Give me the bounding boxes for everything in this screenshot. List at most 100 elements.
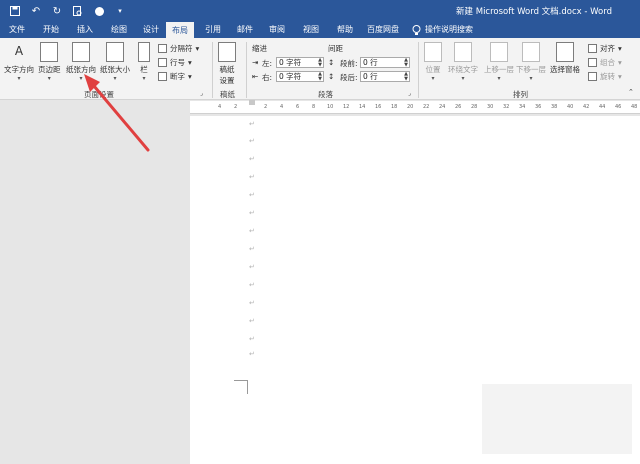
tab-references[interactable]: 引用 [198,22,228,38]
indent-right-input[interactable]: 0 字符 ▲ ▼ [276,71,324,82]
ruler-label: 30 [487,104,494,110]
hyphenation-button[interactable]: 断字 ▾ [158,71,192,82]
print-preview-icon[interactable] [69,3,87,19]
ruler-label: 36 [535,104,542,110]
chevron-down-icon: ▾ [17,75,21,82]
columns-button[interactable]: 栏 ▾ [138,42,150,83]
columns-icon [138,42,150,62]
title-bar: ↶ ↻ ▾ 新建 Microsoft Word 文档.docx - Word [0,0,640,22]
columns-label: 栏 [140,65,148,74]
hyphenation-label: 断字 [170,72,185,81]
chevron-down-icon: ▾ [47,75,51,82]
customize-qat-icon[interactable]: ▾ [111,3,129,19]
touch-mode-icon[interactable] [90,3,108,19]
ruler-label: 48 [631,104,638,110]
chevron-down-icon: ▾ [618,72,622,81]
ruler-label: 38 [551,104,558,110]
margins-icon [40,42,59,62]
horizontal-ruler[interactable]: 4 2 2 4 6 8 10 12 14 16 18 20 22 24 26 2… [190,101,640,114]
spinner-icon[interactable]: ▲ ▼ [318,58,322,68]
wrap-text-button[interactable]: 环绕文字 ▾ [448,42,478,83]
tab-draw[interactable]: 绘图 [104,22,134,38]
bring-forward-button[interactable]: 上移一层 ▾ [484,42,514,83]
redo-icon[interactable]: ↻ [48,3,66,19]
position-button[interactable]: 位置 ▾ [424,42,442,83]
quick-access-toolbar: ↶ ↻ ▾ [6,3,129,19]
ruler-label: 44 [599,104,606,110]
ribbon-tabs: 文件 开始 插入 绘图 设计 布局 引用 邮件 审阅 视图 帮助 百度网盘 操作… [0,22,640,38]
tab-view[interactable]: 视图 [296,22,326,38]
rotate-label: 旋转 [600,72,615,81]
paragraph-mark: ↵ [249,137,255,145]
ruler-label: 42 [583,104,590,110]
tab-file[interactable]: 文件 [2,22,32,38]
send-backward-label: 下移一层 [516,65,546,74]
chevron-down-icon: ▾ [497,75,501,82]
indent-left-value: 0 字符 [279,58,302,67]
margins-button[interactable]: 页边距 ▾ [38,42,61,83]
orientation-button[interactable]: 纸张方向 ▾ [66,42,96,83]
document-title: 新建 Microsoft Word 文档.docx - Word [456,7,612,17]
align-button[interactable]: 对齐 ▾ [588,43,622,54]
ruler-label: 10 [327,104,334,110]
orientation-icon [72,42,90,62]
tab-mailings[interactable]: 邮件 [230,22,260,38]
rotate-button[interactable]: 旋转 ▾ [588,71,622,82]
spinner-icon[interactable]: ▲ ▼ [404,72,408,82]
ruler-label: 4 [218,104,222,110]
position-icon [424,42,442,62]
chevron-down-icon: ▾ [188,58,192,67]
paragraph-dialog-launcher[interactable]: ⌟ [408,90,411,97]
selection-pane-button[interactable]: 选择窗格 [550,42,580,75]
chevron-down-icon: ▾ [529,75,533,82]
save-icon[interactable] [6,3,24,19]
send-backward-button[interactable]: 下移一层 ▾ [516,42,546,83]
breaks-button[interactable]: 分隔符 ▾ [158,43,199,54]
chevron-down-icon: ▾ [188,72,192,81]
tab-layout[interactable]: 布局 [166,22,194,38]
indent-left-label: 左: [262,59,273,68]
paragraph-mark: ↵ [249,209,255,217]
spinner-icon[interactable]: ▲ ▼ [404,58,408,68]
paragraph-mark: ↵ [249,155,255,163]
spacing-before-input[interactable]: 0 行 ▲ ▼ [360,57,410,68]
text-direction-button[interactable]: A 文字方向 ▾ [4,42,34,83]
paragraph-mark: ↵ [249,120,255,128]
group-objects-icon [588,58,597,67]
spinner-icon[interactable]: ▲ ▼ [318,72,322,82]
line-numbers-button[interactable]: 行号 ▾ [158,57,192,68]
page-setup-dialog-launcher[interactable]: ⌟ [200,90,203,97]
lightbulb-icon [412,24,421,35]
tab-review[interactable]: 审阅 [262,22,292,38]
collapse-ribbon-icon[interactable]: ⌃ [628,88,634,96]
tell-me-search[interactable]: 操作说明搜索 [412,22,473,38]
draft-group-label: 稿纸 [220,90,235,99]
bring-forward-icon [490,42,508,62]
indent-right-value: 0 字符 [279,72,302,81]
tab-design[interactable]: 设计 [136,22,166,38]
paragraph-mark: ↵ [249,263,255,271]
rotate-icon [588,72,597,81]
ruler-label: 32 [503,104,510,110]
tab-help[interactable]: 帮助 [330,22,360,38]
selection-pane-label: 选择窗格 [550,65,580,74]
indent-left-input[interactable]: 0 字符 ▲ ▼ [276,57,324,68]
tab-home[interactable]: 开始 [36,22,66,38]
tab-insert[interactable]: 插入 [70,22,100,38]
draft-settings-button[interactable]: 稿纸 设置 [218,42,236,86]
ruler-label: 20 [407,104,414,110]
spacing-before-icon: ↕ [328,58,335,67]
size-button[interactable]: 纸张大小 ▾ [100,42,130,83]
breaks-icon [158,44,167,53]
indent-left-icon: ⇥ [252,58,259,67]
ruler-label: 8 [312,104,316,110]
group-button[interactable]: 组合 ▾ [588,57,622,68]
spacing-after-input[interactable]: 0 行 ▲ ▼ [360,71,410,82]
ruler-label: 40 [567,104,574,110]
tab-baidu-netdisk[interactable]: 百度网盘 [362,22,404,38]
undo-icon[interactable]: ↶ [27,3,45,19]
position-label: 位置 [425,65,441,74]
chevron-down-icon: ▾ [79,75,83,82]
watermark-blur [482,384,632,454]
indent-marker[interactable] [249,100,255,105]
